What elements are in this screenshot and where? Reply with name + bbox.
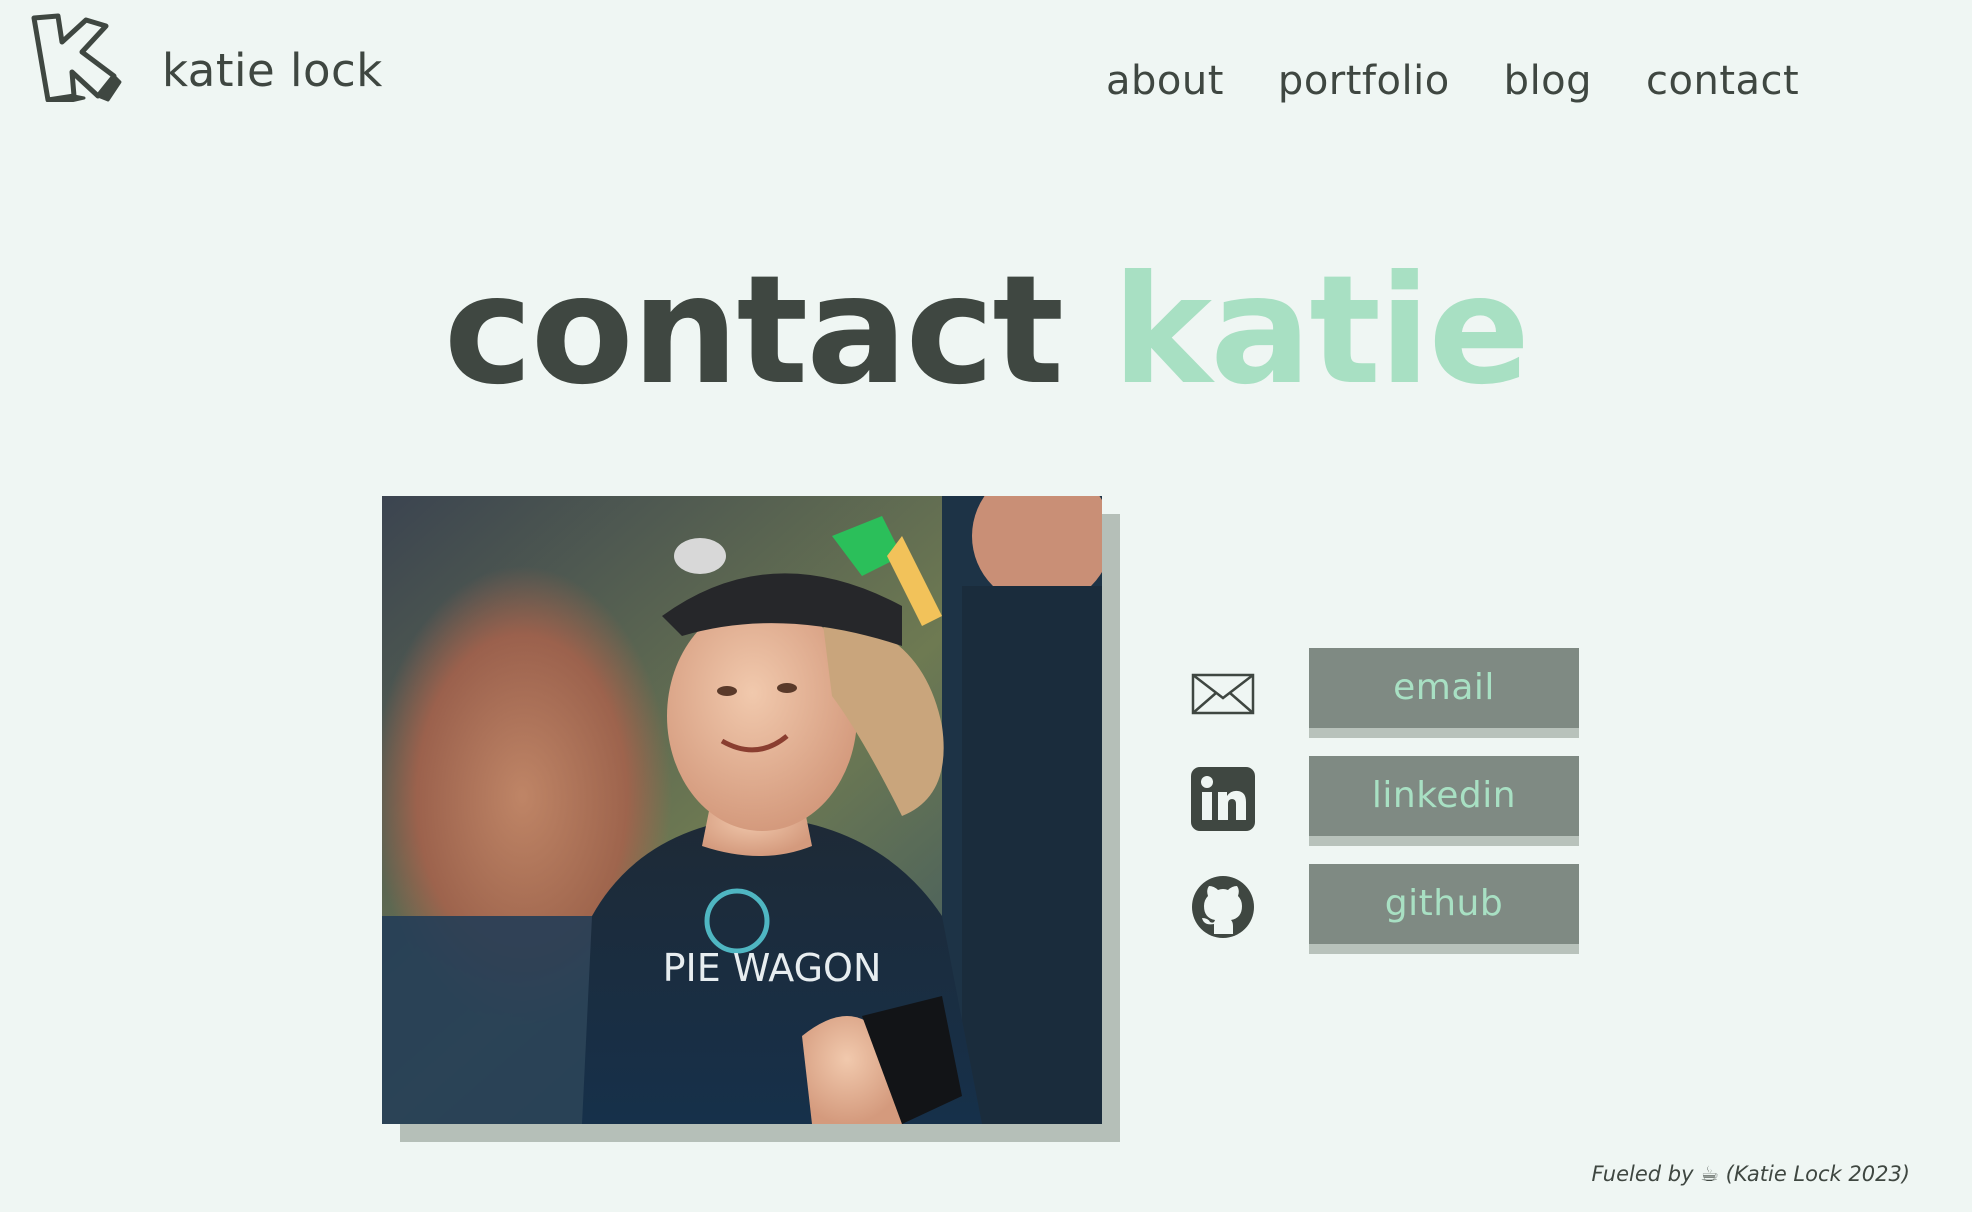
main-nav: about portfolio blog contact — [1106, 58, 1799, 104]
envelope-icon — [1190, 658, 1256, 724]
site-name[interactable]: katie lock — [162, 44, 383, 97]
nav-portfolio[interactable]: portfolio — [1278, 58, 1450, 104]
profile-photo: PIE WAGON — [382, 496, 1102, 1124]
github-icon — [1190, 874, 1256, 940]
nav-contact[interactable]: contact — [1646, 58, 1799, 104]
linkedin-icon — [1190, 766, 1256, 832]
contact-row-github: github — [1190, 864, 1590, 954]
nav-blog[interactable]: blog — [1504, 58, 1592, 104]
title-word-katie: katie — [1112, 244, 1530, 418]
linkedin-button[interactable]: linkedin — [1309, 756, 1579, 836]
nav-about[interactable]: about — [1106, 58, 1224, 104]
email-button[interactable]: email — [1309, 648, 1579, 728]
k-logo-icon[interactable] — [28, 12, 124, 106]
github-button[interactable]: github — [1309, 864, 1579, 944]
footer-credit: Fueled by ☕ (Katie Lock 2023) — [1591, 1162, 1910, 1186]
page-title: contact katie — [0, 256, 1972, 406]
contact-row-email: email — [1190, 648, 1590, 738]
jersey-text: PIE WAGON — [663, 946, 882, 990]
contact-row-linkedin: linkedin — [1190, 756, 1590, 846]
title-word-contact: contact — [443, 244, 1064, 418]
